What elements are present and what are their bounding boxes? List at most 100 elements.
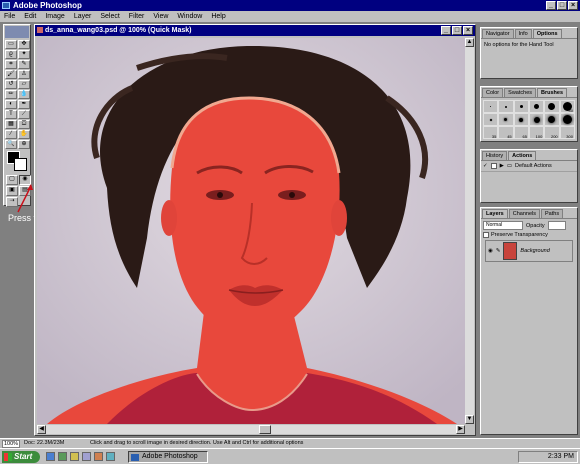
doc-size-info[interactable]: Doc: 22.3M/23M xyxy=(24,439,64,448)
type-tool[interactable]: T xyxy=(5,110,17,119)
magic-wand-tool[interactable]: ✦ xyxy=(18,50,30,59)
scroll-thumb[interactable] xyxy=(259,425,271,434)
measure-tool[interactable]: ⟋ xyxy=(18,110,30,119)
marquee-tool[interactable]: ▭ xyxy=(5,40,17,49)
brush-preset[interactable] xyxy=(513,100,529,113)
hand-tool[interactable]: ✋ xyxy=(18,130,30,139)
menu-filter[interactable]: Filter xyxy=(129,11,145,22)
status-bar: 100% Doc: 22.3M/23M Click and drag to sc… xyxy=(0,438,580,448)
menu-file[interactable]: File xyxy=(4,11,15,22)
menu-help[interactable]: Help xyxy=(211,11,225,22)
toggle-dialog-icon[interactable] xyxy=(490,163,497,169)
dodge-tool[interactable]: ◐ xyxy=(5,100,17,109)
outlook-icon[interactable] xyxy=(70,452,79,461)
vertical-scrollbar[interactable]: ▲ ▼ xyxy=(465,38,474,424)
brush-preset[interactable]: 35 xyxy=(483,126,499,139)
preserve-transparency-checkbox[interactable] xyxy=(483,232,489,238)
menu-view[interactable]: View xyxy=(153,11,168,22)
zoom-field[interactable]: 100% xyxy=(2,440,20,448)
brush-preset[interactable]: 200 xyxy=(544,126,560,139)
tab-channels[interactable]: Channels xyxy=(508,209,540,218)
brush-preset[interactable]: 45 xyxy=(498,126,514,139)
paint-bucket-tool[interactable]: ⛋ xyxy=(18,120,30,129)
quicklaunch-icon[interactable] xyxy=(106,452,115,461)
brush-preset[interactable]: 65 xyxy=(513,126,529,139)
brush-preset[interactable] xyxy=(483,113,499,126)
doc-minimize-button[interactable]: _ xyxy=(441,26,451,35)
brush-preset[interactable] xyxy=(483,100,499,113)
brush-preset[interactable] xyxy=(528,100,545,113)
scroll-down-arrow[interactable]: ▼ xyxy=(465,415,474,424)
tab-layers[interactable]: Layers xyxy=(482,209,508,218)
gradient-tool[interactable]: ▦ xyxy=(5,120,17,129)
background-color-swatch[interactable] xyxy=(14,158,27,171)
image-canvas[interactable] xyxy=(37,38,465,424)
minimize-button[interactable]: _ xyxy=(546,1,556,10)
brush-preset[interactable] xyxy=(513,113,529,126)
eye-icon[interactable]: ◉ xyxy=(488,248,493,254)
scroll-up-arrow[interactable]: ▲ xyxy=(465,38,474,47)
zoom-tool-alt[interactable]: ⊕ xyxy=(18,140,30,149)
toolbox: ▭ ✥ ϱ ✦ ⌗ ✎ 🖌 ♙ ↺ ▱ ✏ 💧 ◐ ✒ T ⟋ ▦ ⛋ ⁄ ✋ … xyxy=(3,24,31,207)
action-set-row[interactable]: ✓ ▶ ▭ Default Actions xyxy=(481,161,577,172)
layer-row[interactable]: ◉ ✎ Background xyxy=(485,240,573,262)
menu-window[interactable]: Window xyxy=(177,11,202,22)
brush-preset[interactable] xyxy=(544,100,560,113)
maximize-button[interactable]: □ xyxy=(557,1,567,10)
tab-actions[interactable]: Actions xyxy=(508,151,537,160)
tab-swatches[interactable]: Swatches xyxy=(504,88,537,97)
zoom-tool[interactable]: 🔍 xyxy=(5,140,17,149)
clock[interactable]: 2:33 PM xyxy=(548,453,574,460)
brush-preset[interactable]: 300 xyxy=(559,126,575,139)
system-tray: 2:33 PM xyxy=(518,451,578,463)
eyedropper-tool[interactable]: ⁄ xyxy=(5,130,17,139)
crop-tool[interactable]: ⌗ xyxy=(5,60,17,69)
tab-brushes[interactable]: Brushes xyxy=(537,88,568,97)
rubber-stamp-tool[interactable]: ♙ xyxy=(18,70,30,79)
opacity-input[interactable] xyxy=(547,221,566,230)
taskbar-photoshop-item[interactable]: Adobe Photoshop xyxy=(128,451,208,463)
quicklaunch-icon[interactable] xyxy=(82,452,91,461)
tab-options[interactable]: Options xyxy=(532,29,562,38)
blur-tool[interactable]: 💧 xyxy=(18,90,30,99)
scroll-right-arrow[interactable]: ▶ xyxy=(456,425,465,434)
pen-tool[interactable]: ✒ xyxy=(18,100,30,109)
tab-navigator[interactable]: Navigator xyxy=(482,29,514,38)
doc-maximize-button[interactable]: □ xyxy=(452,26,462,35)
tab-paths[interactable]: Paths xyxy=(541,209,564,218)
pencil-tool[interactable]: ✏ xyxy=(5,90,17,99)
brush-preset[interactable] xyxy=(544,113,560,126)
expand-arrow-icon[interactable]: ▶ xyxy=(500,163,504,169)
history-brush-tool[interactable]: ↺ xyxy=(5,80,17,89)
menu-image[interactable]: Image xyxy=(45,11,64,22)
brush-preset[interactable] xyxy=(498,100,514,113)
airbrush-tool[interactable]: ✎ xyxy=(18,60,30,69)
brush-preset[interactable]: 40 xyxy=(559,100,575,113)
ie-icon[interactable] xyxy=(46,452,55,461)
show-desktop-icon[interactable] xyxy=(58,452,67,461)
start-button[interactable]: Start xyxy=(2,451,40,463)
menu-edit[interactable]: Edit xyxy=(24,11,36,22)
brush-size-label: 100 xyxy=(535,134,543,139)
tab-history[interactable]: History xyxy=(482,151,508,160)
lasso-tool[interactable]: ϱ xyxy=(5,50,17,59)
horizontal-scrollbar[interactable]: ◀ ▶ xyxy=(37,425,465,434)
scroll-left-arrow[interactable]: ◀ xyxy=(37,425,46,434)
close-button[interactable]: × xyxy=(568,1,578,10)
blend-mode-select[interactable]: Normal xyxy=(483,221,523,230)
doc-close-button[interactable]: × xyxy=(463,26,473,35)
brush-size-label: 200 xyxy=(550,134,558,139)
brush-preset[interactable] xyxy=(498,113,514,126)
eraser-tool[interactable]: ▱ xyxy=(18,80,30,89)
quicklaunch-icon[interactable] xyxy=(94,452,103,461)
move-tool[interactable]: ✥ xyxy=(18,40,30,49)
brush-preset[interactable] xyxy=(528,113,545,126)
tab-info[interactable]: Info xyxy=(514,29,532,38)
tab-color[interactable]: Color xyxy=(482,88,504,97)
brush-tool[interactable]: 🖌 xyxy=(5,70,17,79)
brush-preset[interactable] xyxy=(559,113,575,126)
menu-select[interactable]: Select xyxy=(100,11,119,22)
menu-layer[interactable]: Layer xyxy=(74,11,92,22)
document-title: ds_anna_wang03.psd @ 100% (Quick Mask) xyxy=(45,27,192,34)
brush-preset[interactable]: 100 xyxy=(528,126,545,139)
